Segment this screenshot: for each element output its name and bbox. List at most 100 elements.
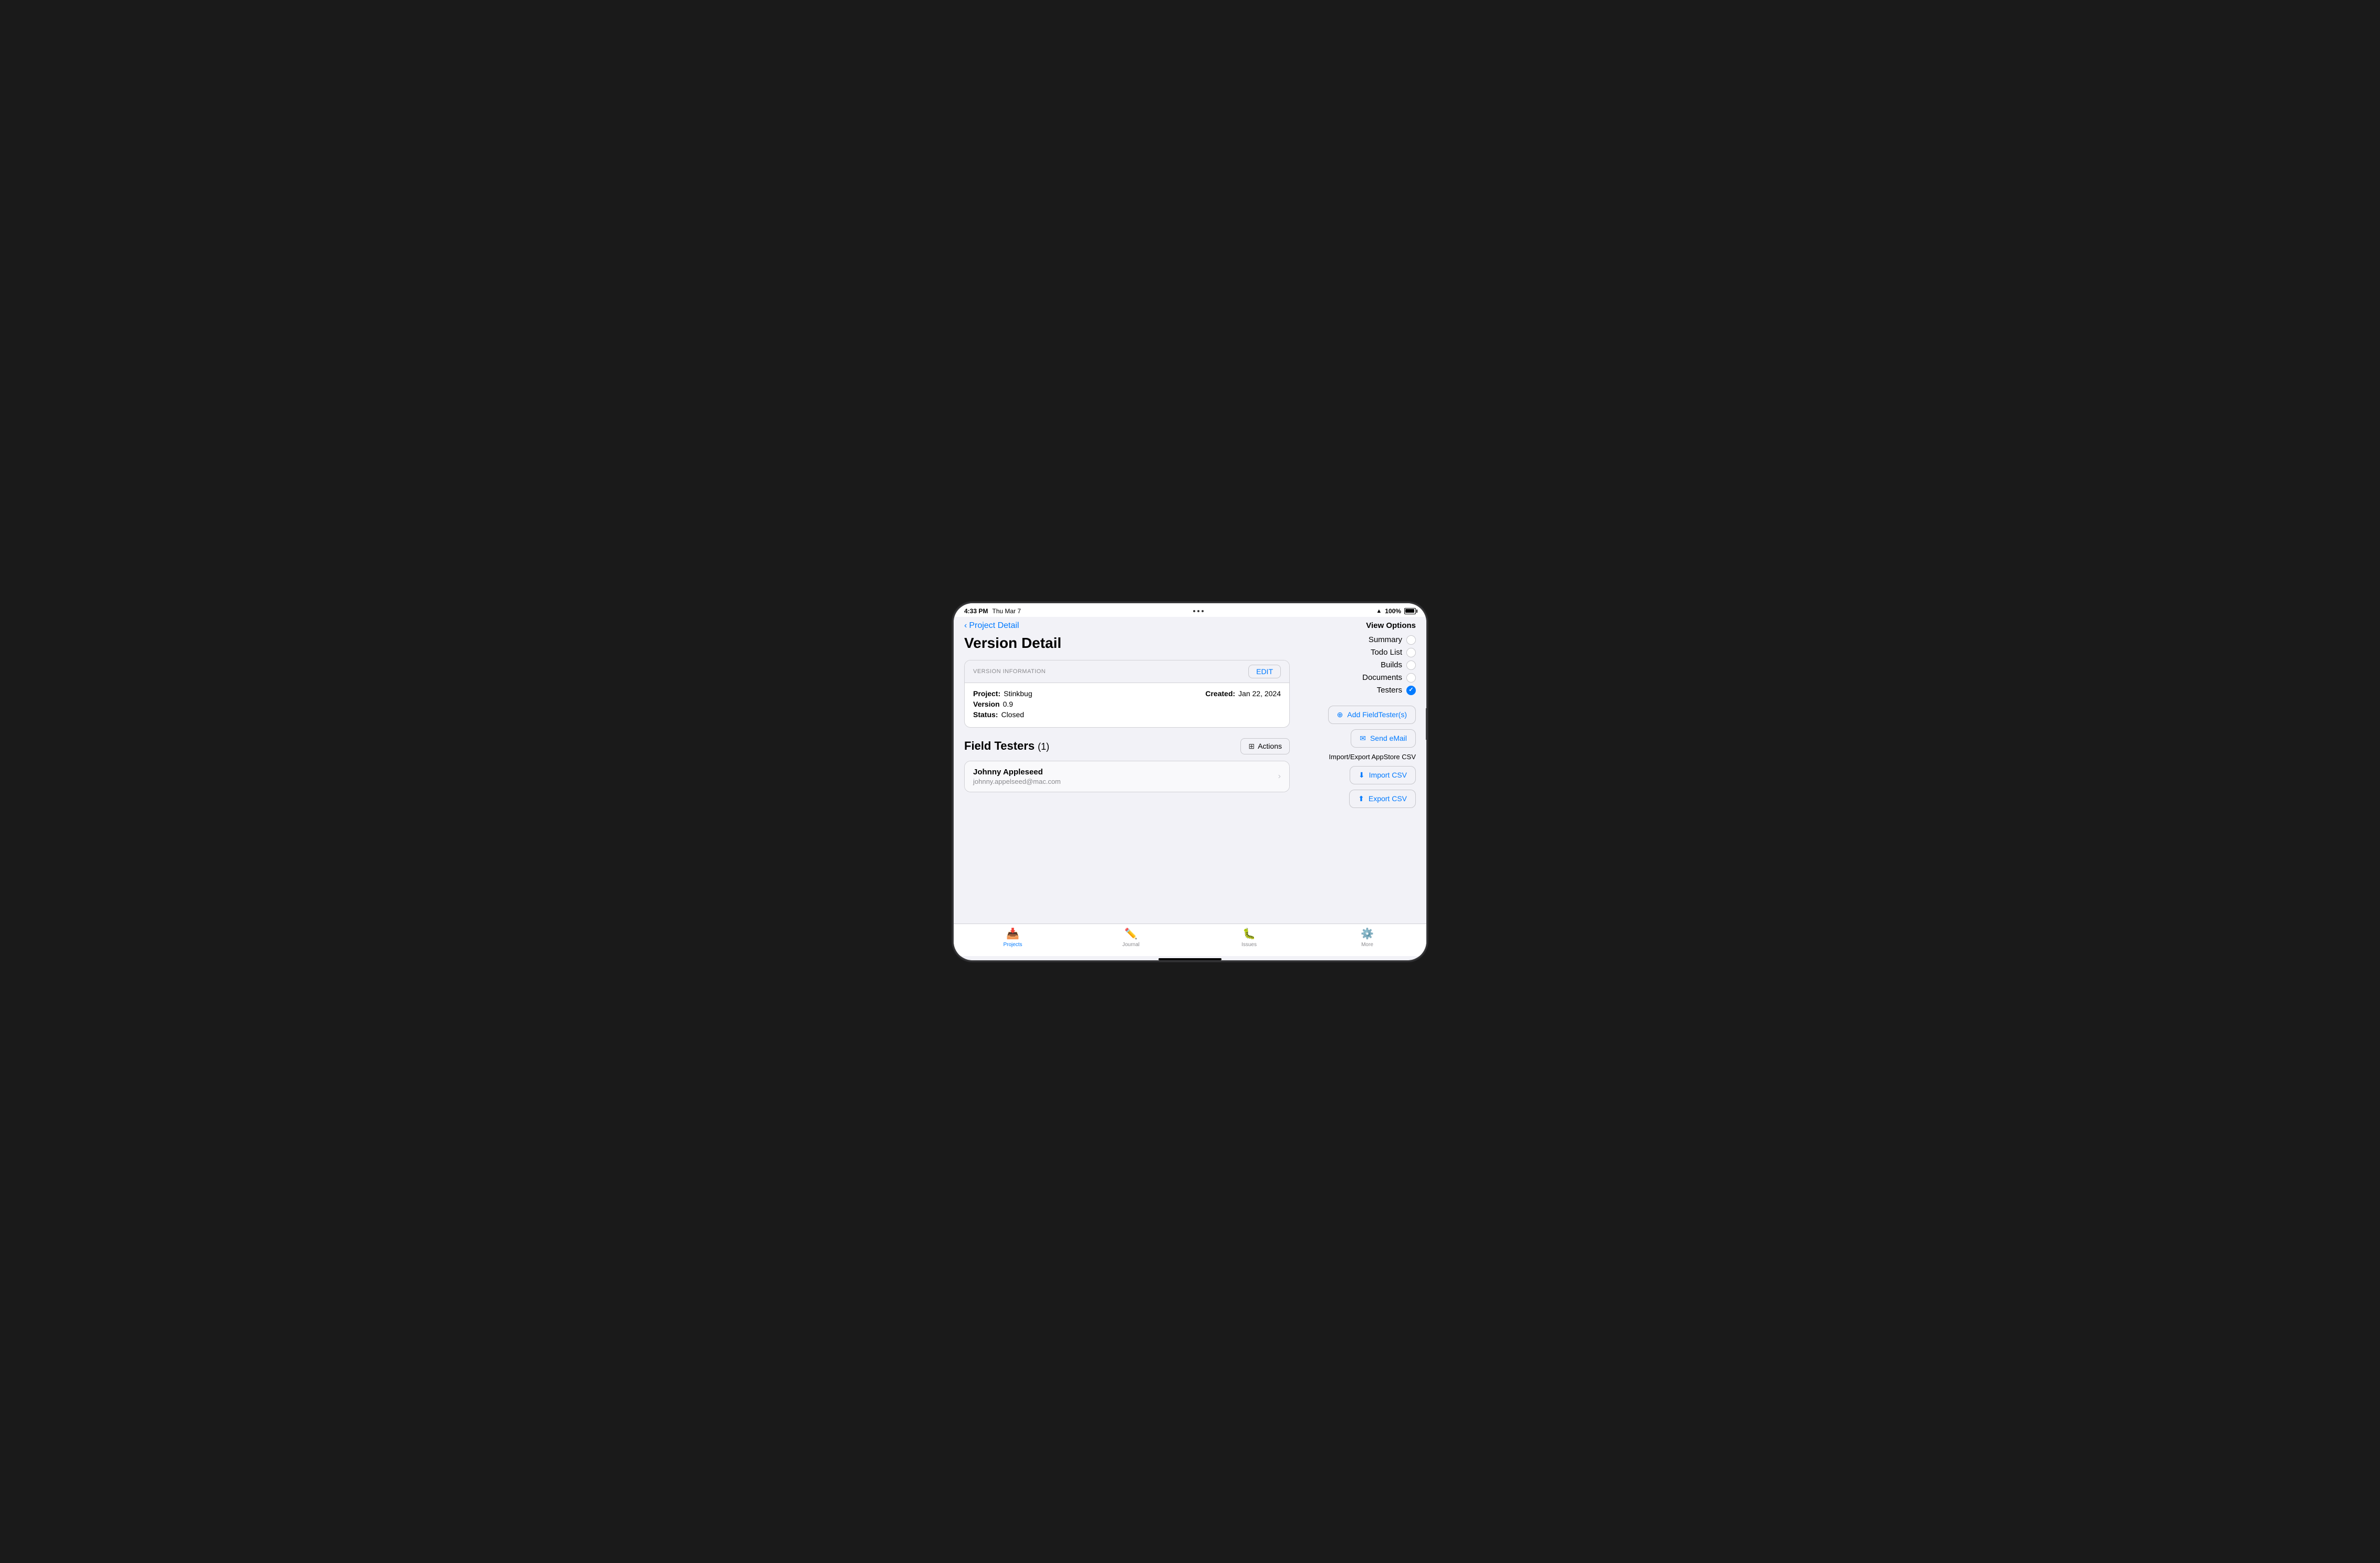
view-options-list: Summary Todo List Builds Documen [1300, 635, 1416, 695]
version-info-header: VERSION INFORMATION EDIT [965, 660, 1289, 683]
back-chevron-icon: ‹ [964, 621, 967, 631]
tab-bar: 📥 Projects ✏️ Journal 🐛 Issues ⚙️ More [954, 924, 1426, 956]
status-center [1193, 610, 1204, 612]
battery-icon [1404, 608, 1416, 614]
version-row: Version 0.9 [973, 700, 1127, 708]
actions-button[interactable]: ⊞ Actions [1240, 738, 1290, 754]
version-info-body: Project: Stinkbug Version 0.9 Status: Cl… [965, 683, 1289, 727]
radio-summary [1406, 635, 1416, 645]
view-option-label-todolist: Todo List [1371, 648, 1402, 657]
version-value: 0.9 [1003, 700, 1013, 708]
tester-list: Johnny Appleseed johnny.appelseed@mac.co… [964, 761, 1290, 792]
view-option-label-testers: Testers [1377, 686, 1402, 695]
journal-tab-icon: ✏️ [1124, 927, 1137, 940]
battery-fill [1405, 609, 1414, 613]
status-date: Thu Mar 7 [992, 607, 1021, 615]
view-option-testers[interactable]: Testers ✓ [1377, 686, 1416, 695]
more-tab-icon: ⚙️ [1361, 927, 1374, 940]
tester-chevron-icon: › [1278, 772, 1281, 781]
import-csv-label: Import CSV [1369, 771, 1407, 779]
view-option-todolist[interactable]: Todo List [1371, 648, 1416, 657]
created-label: Created: [1205, 689, 1235, 698]
info-right: Created: Jan 22, 2024 [1127, 689, 1281, 721]
device-frame: 4:33 PM Thu Mar 7 ▲ 100% [954, 603, 1426, 960]
section-count: (1) [1038, 741, 1049, 752]
section-title: Field Testers (1) [964, 739, 1049, 753]
tester-info: Johnny Appleseed johnny.appelseed@mac.co… [973, 768, 1061, 785]
status-row: Status: Closed [973, 710, 1127, 719]
section-title-text: Field Testers [964, 739, 1035, 753]
version-info-section-label: VERSION INFORMATION [973, 668, 1046, 675]
view-option-documents[interactable]: Documents [1362, 673, 1416, 683]
view-option-summary[interactable]: Summary [1369, 635, 1416, 645]
view-option-label-builds: Builds [1381, 660, 1402, 669]
view-options-title: View Options [1300, 621, 1416, 630]
export-csv-label: Export CSV [1369, 794, 1407, 803]
actions-panel: ⊕ Add FieldTester(s) ✉ Send eMail Import… [1300, 706, 1416, 808]
content-area: ‹ Project Detail Version Detail VERSION … [954, 617, 1426, 960]
info-left: Project: Stinkbug Version 0.9 Status: Cl… [973, 689, 1127, 721]
tab-journal[interactable]: ✏️ Journal [1072, 927, 1190, 948]
projects-tab-label: Projects [1003, 942, 1022, 948]
status-dot-3 [1202, 610, 1204, 612]
project-value: Stinkbug [1004, 689, 1032, 698]
add-fieldtester-label: Add FieldTester(s) [1347, 710, 1407, 719]
right-panel: View Options Summary Todo List Builds [1300, 617, 1416, 924]
projects-tab-icon: 📥 [1006, 927, 1019, 940]
field-testers-header: Field Testers (1) ⊞ Actions [964, 738, 1290, 754]
tester-item[interactable]: Johnny Appleseed johnny.appelseed@mac.co… [965, 761, 1289, 792]
radio-builds [1406, 660, 1416, 670]
status-dot-2 [1197, 610, 1199, 612]
radio-documents [1406, 673, 1416, 683]
status-label: Status: [973, 710, 998, 719]
radio-check-icon: ✓ [1408, 687, 1413, 693]
view-option-label-summary: Summary [1369, 635, 1402, 644]
tester-email: johnny.appelseed@mac.com [973, 778, 1061, 785]
status-left: 4:33 PM Thu Mar 7 [964, 607, 1021, 615]
issues-tab-label: Issues [1241, 942, 1257, 948]
wifi-icon: ▲ [1376, 608, 1382, 614]
actions-icon: ⊞ [1248, 742, 1255, 751]
add-fieldtester-button[interactable]: ⊕ Add FieldTester(s) [1328, 706, 1416, 724]
status-dot-1 [1193, 610, 1195, 612]
add-icon: ⊕ [1337, 710, 1343, 719]
status-bar: 4:33 PM Thu Mar 7 ▲ 100% [954, 603, 1426, 617]
radio-testers: ✓ [1406, 686, 1416, 695]
view-option-builds[interactable]: Builds [1381, 660, 1416, 670]
device-screen: 4:33 PM Thu Mar 7 ▲ 100% [954, 603, 1426, 960]
status-value: Closed [1001, 710, 1024, 719]
main-wrapper: ‹ Project Detail Version Detail VERSION … [954, 617, 1426, 924]
actions-label: Actions [1258, 742, 1282, 750]
import-icon: ⬇ [1359, 771, 1365, 780]
issues-tab-icon: 🐛 [1243, 927, 1256, 940]
main-content: ‹ Project Detail Version Detail VERSION … [964, 617, 1290, 924]
tab-projects[interactable]: 📥 Projects [954, 927, 1072, 948]
export-csv-button[interactable]: ⬆ Export CSV [1349, 790, 1416, 808]
import-export-title: Import/Export AppStore CSV [1329, 753, 1416, 761]
radio-todolist [1406, 648, 1416, 657]
edit-button[interactable]: EDIT [1248, 665, 1281, 678]
more-tab-label: More [1361, 942, 1373, 948]
tab-issues[interactable]: 🐛 Issues [1190, 927, 1308, 948]
back-label[interactable]: Project Detail [969, 621, 1019, 631]
version-info-card: VERSION INFORMATION EDIT Project: Stinkb… [964, 660, 1290, 728]
export-icon: ⬆ [1358, 794, 1364, 803]
page-title: Version Detail [964, 635, 1290, 652]
created-row: Created: Jan 22, 2024 [1127, 689, 1281, 698]
tester-name: Johnny Appleseed [973, 768, 1061, 777]
view-option-label-documents: Documents [1362, 673, 1402, 682]
project-label: Project: [973, 689, 1000, 698]
journal-tab-label: Journal [1122, 942, 1140, 948]
status-right: ▲ 100% [1376, 607, 1416, 615]
send-email-label: Send eMail [1370, 734, 1407, 742]
battery-percentage: 100% [1385, 607, 1401, 615]
status-time: 4:33 PM [964, 607, 988, 615]
tab-more[interactable]: ⚙️ More [1308, 927, 1426, 948]
back-nav[interactable]: ‹ Project Detail [964, 621, 1290, 631]
import-csv-button[interactable]: ⬇ Import CSV [1350, 766, 1416, 784]
email-icon: ✉ [1360, 734, 1366, 743]
version-label: Version [973, 700, 1000, 708]
project-row: Project: Stinkbug [973, 689, 1127, 698]
send-email-button[interactable]: ✉ Send eMail [1351, 729, 1416, 748]
home-indicator [1158, 958, 1222, 960]
